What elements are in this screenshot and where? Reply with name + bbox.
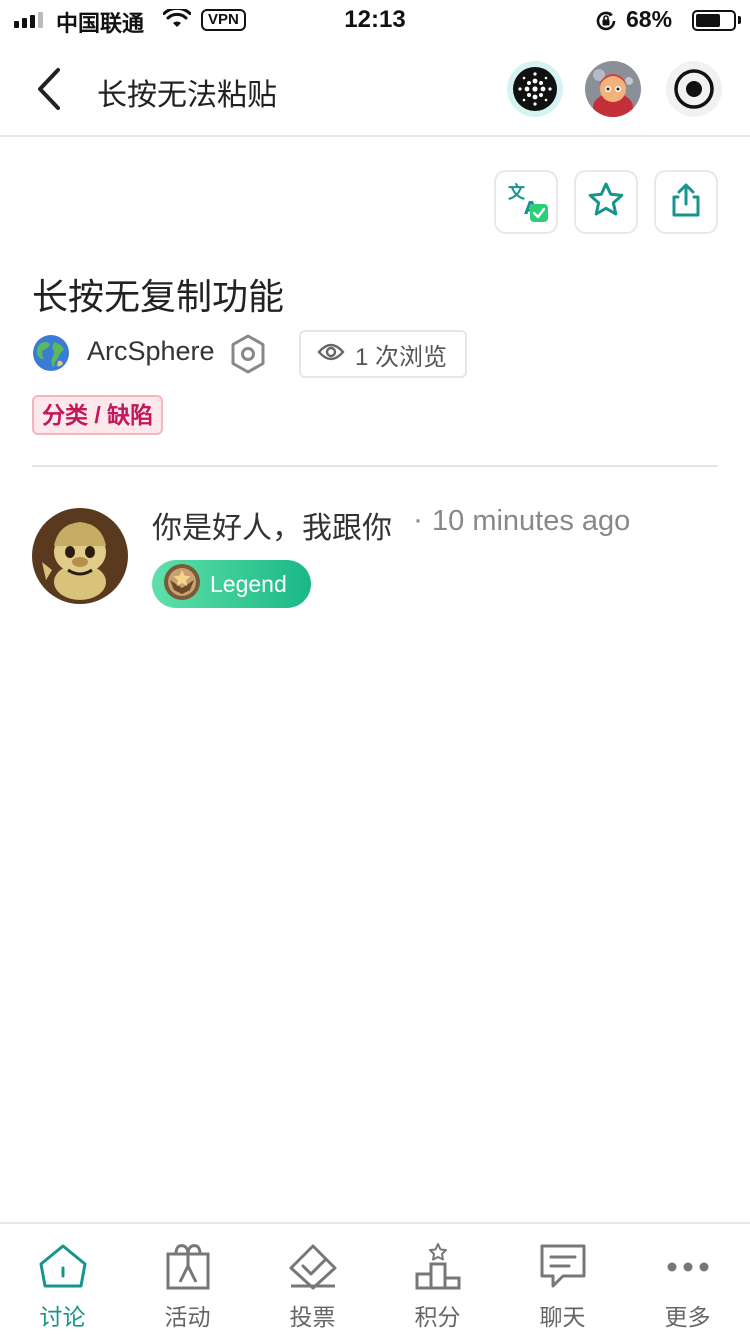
vote-icon (287, 1242, 339, 1292)
tab-vote[interactable]: 投票 (250, 1224, 375, 1334)
views-counter[interactable]: 1 次浏览 (299, 330, 467, 378)
share-icon (666, 180, 706, 225)
post-time[interactable]: 10 minutes ago (432, 505, 630, 538)
battery-icon (692, 10, 736, 31)
eye-icon (317, 342, 345, 367)
bookmark-button[interactable] (574, 170, 638, 234)
tab-chat[interactable]: 聊天 (500, 1224, 625, 1334)
home-icon (37, 1242, 89, 1292)
record-icon[interactable] (666, 61, 722, 117)
topic-meta: ArcSphere 1 次浏览 (32, 330, 732, 379)
post-separator: · (413, 503, 423, 536)
bottom-tab-bar: 讨论 活动 投票 积分 聊天 更多 (0, 1222, 750, 1334)
chat-icon (537, 1242, 589, 1292)
tab-activity[interactable]: 活动 (125, 1224, 250, 1334)
vpn-badge: VPN (201, 9, 246, 31)
rotation-lock-icon (594, 9, 618, 38)
tab-points[interactable]: 积分 (375, 1224, 500, 1334)
battery-tip (738, 16, 741, 24)
tab-label: 更多 (664, 1304, 711, 1330)
tab-label: 讨论 (39, 1304, 86, 1330)
share-button[interactable] (654, 170, 718, 234)
gift-icon (162, 1242, 214, 1292)
post-author-name[interactable]: 你是好人，我跟你 (152, 503, 392, 547)
translate-icon: 文 A (502, 176, 550, 229)
nav-bar: 长按无法粘贴 (0, 40, 750, 137)
leaderboard-icon (412, 1242, 464, 1292)
site-logo-icon[interactable] (507, 61, 563, 117)
signal-icon (14, 10, 43, 28)
category-tag[interactable]: 分类 / 缺陷 (32, 395, 164, 435)
tab-discussion[interactable]: 讨论 (0, 1224, 125, 1334)
hexagon-badge-icon[interactable] (230, 334, 266, 379)
views-text: 1 次浏览 (355, 343, 448, 371)
globe-icon (32, 334, 70, 372)
tab-more[interactable]: 更多 (625, 1224, 750, 1334)
divider (32, 465, 718, 467)
translate-button[interactable]: 文 A (494, 170, 558, 234)
back-chevron-icon[interactable] (30, 66, 70, 112)
topic-title: 长按无复制功能 (32, 276, 285, 317)
page-title: 长按无法粘贴 (97, 79, 277, 112)
carrier-name: 中国联通 (56, 12, 145, 37)
legend-badge[interactable]: Legend (152, 560, 311, 608)
wifi-icon (162, 6, 192, 34)
post-author-avatar[interactable] (32, 508, 128, 604)
tab-label: 积分 (414, 1304, 461, 1330)
star-icon (586, 180, 626, 225)
user-avatar[interactable] (585, 61, 641, 117)
medal-icon (162, 562, 202, 607)
more-icon (662, 1242, 714, 1292)
tab-label: 聊天 (539, 1304, 586, 1330)
author-name[interactable]: ArcSphere (87, 336, 215, 367)
tab-label: 活动 (164, 1304, 211, 1330)
battery-percent: 68% (626, 6, 673, 32)
tab-label: 投票 (289, 1304, 336, 1330)
status-bar: 中国联通 VPN 12:13 68% (0, 0, 750, 40)
legend-badge-label: Legend (210, 570, 287, 597)
